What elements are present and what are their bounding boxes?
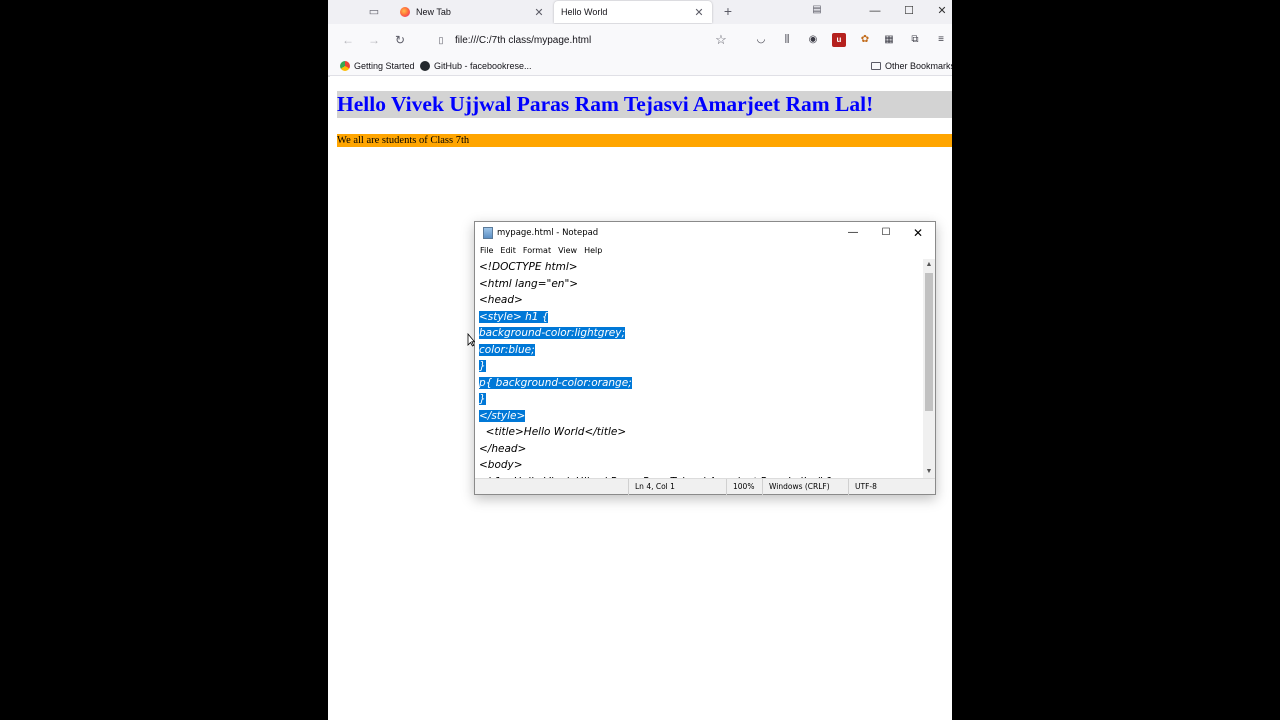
editor-line: <html lang="en"> [479, 276, 841, 293]
tab-label: Hello World [561, 7, 608, 17]
bookmark-label: GitHub - facebookrese... [434, 61, 532, 71]
folder-icon [871, 62, 881, 70]
status-bar: Ln 4, Col 1 100% Windows (CRLF) UTF-8 [475, 478, 935, 495]
apps-grid-icon[interactable]: ▦ [882, 33, 896, 47]
editor-line-text: </head> [479, 442, 527, 455]
notepad-window: mypage.html - Notepad — ☐ ✕ File Edit Fo… [474, 221, 936, 495]
editor-line-selected: p{ background-color:orange; [479, 375, 841, 392]
editor-line-text: } [479, 360, 486, 372]
encoding: UTF-8 [848, 479, 935, 495]
tab-hello-world[interactable]: Hello World ✕ [554, 1, 712, 23]
minimize-button[interactable]: — [865, 2, 885, 20]
reload-icon[interactable]: ↻ [392, 32, 408, 48]
maximize-button[interactable]: ☐ [877, 225, 895, 241]
tab-overview-icon[interactable]: ▭ [366, 3, 382, 19]
new-tab-button[interactable]: + [720, 3, 736, 19]
text-editor[interactable]: <!DOCTYPE html> <html lang="en"> <head> <st… [476, 259, 924, 478]
minimize-button[interactable]: — [844, 225, 862, 241]
editor-line: <head> [479, 292, 841, 309]
editor-line-text: <!DOCTYPE html> [479, 261, 578, 273]
mouse-cursor-icon [467, 333, 475, 347]
editor-line-selected: background-color:lightgrey; [479, 325, 841, 342]
hamburger-menu-icon[interactable]: ≡ [934, 33, 948, 47]
bookmark-label: Getting Started [354, 61, 415, 71]
bookmarks-toolbar: Getting Started GitHub - facebookrese...… [328, 56, 952, 76]
editor-line-text: <title>Hello World</title> [479, 426, 627, 438]
bookmark-star-icon[interactable]: ☆ [714, 33, 728, 47]
close-window-button[interactable]: ✕ [932, 2, 952, 20]
scroll-down-icon[interactable]: ▼ [923, 466, 935, 478]
menu-help[interactable]: Help [584, 244, 603, 258]
page-paragraph: We all are students of Class 7th [337, 134, 952, 147]
vertical-scrollbar[interactable]: ▲ ▼ [923, 259, 935, 478]
editor-line: <!DOCTYPE html> [479, 259, 841, 276]
list-all-tabs-icon[interactable]: ▤ [810, 4, 824, 16]
editor-line-text: background-color:lightgrey; [479, 327, 625, 339]
notepad-menu-bar: File Edit Format View Help [475, 244, 935, 258]
close-button[interactable]: ✕ [909, 225, 927, 241]
editor-line-text: <html lang="en"> [479, 277, 579, 290]
notepad-title: mypage.html - Notepad [497, 228, 599, 238]
zoom-level: 100% [726, 479, 762, 495]
line-endings: Windows (CRLF) [762, 479, 848, 495]
page-heading: Hello Vivek Ujjwal Paras Ram Tejasvi Ama… [337, 91, 952, 118]
extensions-puzzle-icon[interactable]: ⧉ [908, 33, 922, 47]
close-tab-icon[interactable]: ✕ [532, 6, 546, 19]
library-icon[interactable]: ⫼ [780, 33, 794, 47]
editor-lines: <!DOCTYPE html> <html lang="en"> <head> <st… [479, 259, 841, 478]
editor-line-text: color:blue; [479, 343, 535, 356]
page-info-icon[interactable]: ▯ [435, 34, 447, 46]
editor-line-selected: } [479, 391, 841, 408]
other-bookmarks[interactable]: Other Bookmarks [871, 59, 952, 73]
bookmark-getting-started[interactable]: Getting Started [340, 59, 415, 73]
account-icon[interactable]: ◉ [806, 33, 820, 47]
editor-line-text: } [479, 393, 486, 405]
menu-edit[interactable]: Edit [500, 244, 517, 258]
maximize-button[interactable]: ☐ [899, 2, 919, 20]
cursor-position: Ln 4, Col 1 [628, 479, 726, 495]
url-bar[interactable]: ▯ file:///C:/7th class/mypage.html [426, 28, 738, 52]
scrollbar-thumb[interactable] [925, 273, 933, 411]
other-bookmarks-label: Other Bookmarks [885, 61, 952, 71]
tab-strip: ▭ New Tab ✕ Hello World ✕ + ▤ — ☐ ✕ [328, 0, 952, 24]
editor-line-selected: <style> h1 { [479, 309, 841, 326]
editor-line-text: <body> [479, 459, 523, 471]
github-icon [420, 61, 430, 71]
extension-icon[interactable]: ✿ [858, 33, 872, 47]
firefox-favicon-icon [340, 61, 350, 71]
editor-line-selected: </style> [479, 408, 841, 425]
notepad-icon [483, 227, 493, 239]
menu-file[interactable]: File [480, 244, 494, 258]
menu-format[interactable]: Format [523, 244, 552, 258]
url-text[interactable]: file:///C:/7th class/mypage.html [455, 35, 591, 46]
editor-line-selected: color:blue; [479, 342, 841, 359]
bookmark-github[interactable]: GitHub - facebookrese... [420, 59, 532, 73]
back-icon[interactable]: ← [340, 32, 356, 48]
editor-line: </head> [479, 441, 841, 458]
tab-new-tab[interactable]: New Tab ✕ [392, 1, 552, 23]
ublock-origin-icon[interactable]: u [832, 33, 846, 47]
editor-line-text: <head> [479, 294, 523, 306]
editor-line-text: </style> [479, 409, 526, 422]
editor-line-text: p{ background-color:orange; [479, 376, 632, 389]
forward-icon[interactable]: → [366, 32, 382, 48]
editor-line-text: <style> h1 { [479, 310, 549, 323]
close-tab-icon[interactable]: ✕ [692, 6, 706, 19]
menu-view[interactable]: View [558, 244, 578, 258]
navigation-bar: ← → ↻ ▯ file:///C:/7th class/mypage.html… [328, 24, 952, 56]
editor-line: <title>Hello World</title> [479, 424, 841, 441]
editor-line-selected: } [479, 358, 841, 375]
notepad-title-bar[interactable]: mypage.html - Notepad — ☐ ✕ [475, 222, 935, 244]
tab-label: New Tab [416, 7, 451, 17]
editor-line: <body> [479, 457, 841, 474]
scroll-up-icon[interactable]: ▲ [923, 259, 935, 271]
pocket-icon[interactable]: ◡ [754, 33, 768, 47]
firefox-icon [400, 7, 410, 17]
